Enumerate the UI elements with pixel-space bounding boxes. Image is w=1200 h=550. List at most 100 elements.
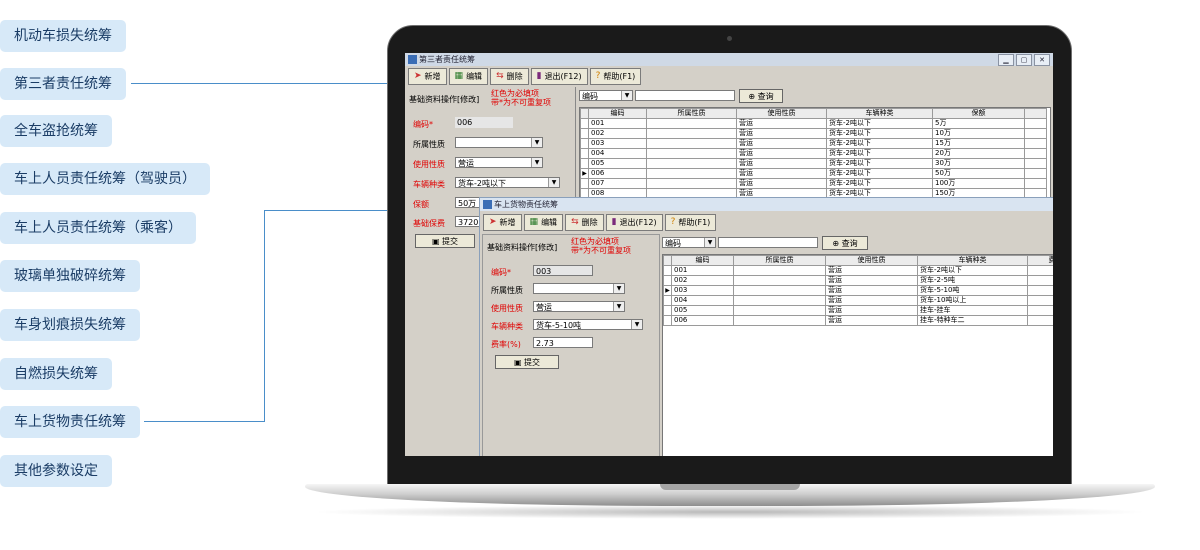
menu-item-other-settings[interactable]: 其他参数设定 [0,455,112,487]
usage-select[interactable]: 营运 ▼ [455,157,543,168]
menu-item-vehicle-damage[interactable]: 机动车损失统筹 [0,20,126,52]
query-button[interactable]: ⊕ 查询 [822,236,868,250]
query-button[interactable]: ⊕ 查询 [739,89,783,103]
search-input[interactable] [718,237,818,248]
panel-title: 基础资料操作[修改] [487,243,558,252]
add-button[interactable]: ➤ 新增 [483,214,522,231]
field-label-code: 编码* [413,120,433,129]
row-indicator[interactable] [663,275,672,286]
table-cell-extra [1024,168,1047,179]
row-indicator[interactable]: ▶ [580,168,589,179]
edit-button[interactable]: ▦ 编辑 [448,68,489,85]
column-header[interactable]: 车辆种类 [917,255,1028,266]
table-row[interactable]: 002 营运 货车-2吨以下 10万 [580,128,1047,139]
search-field-select[interactable]: 编码 ▼ [579,90,633,101]
table-row[interactable]: 002 营运 货车-2-5吨 [663,275,1053,286]
menu-item-passenger-liability[interactable]: 车上人员责任统筹（乘客） [0,212,196,244]
column-header[interactable]: 所属性质 [646,108,737,119]
table-row[interactable]: ▶ 006 营运 货车-2吨以下 50万 [580,168,1047,179]
column-header[interactable]: 所属性质 [733,255,826,266]
help-button[interactable]: ? 帮助(F1) [589,68,642,85]
ownership-select[interactable]: ▼ [533,283,625,294]
submit-button[interactable]: ▣ 提交 [415,234,475,248]
add-button[interactable]: ➤ 新增 [408,68,447,85]
row-indicator[interactable] [663,265,672,276]
row-indicator[interactable]: ▶ [663,285,672,296]
table-row[interactable]: 004 营运 货车-2吨以下 20万 [580,148,1047,159]
camera-icon [727,36,732,41]
connector-cargo-h1 [144,421,264,422]
exit-button[interactable]: ▮ 退出(F12) [530,68,588,85]
row-indicator[interactable] [580,118,589,129]
table-row[interactable]: 005 营运 挂车-挂车 [663,305,1053,316]
column-header[interactable]: 编码 [671,255,734,266]
exit-button[interactable]: ▮ 退出(F12) [605,214,663,231]
row-indicator[interactable] [663,305,672,316]
column-header[interactable]: 保额 [932,108,1025,119]
search-icon: ⊕ [748,92,758,101]
menu-item-theft[interactable]: 全车盗抢统筹 [0,115,112,147]
row-indicator[interactable] [580,138,589,149]
row-indicator[interactable] [580,178,589,189]
column-header[interactable]: 车辆种类 [826,108,933,119]
table-row[interactable]: 004 营运 货车-10吨以上 [663,295,1053,306]
table-row[interactable]: 001 营运 货车-2吨以下 5万 [580,118,1047,129]
window-title: 车上货物责任统筹 [494,200,558,209]
edit-button[interactable]: ▦ 编辑 [523,214,564,231]
chevron-down-icon: ▼ [613,284,624,293]
menu-item-third-party[interactable]: 第三者责任统筹 [0,68,126,100]
table-cell: 货车-5-10吨 [917,285,1028,296]
column-header[interactable]: 费率 [1027,255,1053,266]
add-icon: ➤ [414,71,422,81]
search-input[interactable] [635,90,735,101]
table-row[interactable]: ▶ 003 营运 货车-5-10吨 [663,285,1053,296]
menu-item-cargo-liability[interactable]: 车上货物责任统筹 [0,406,140,438]
table-row[interactable]: 008 营运 货车-2吨以下 150万 [580,188,1047,199]
table-cell: 50万 [932,168,1025,179]
row-indicator[interactable] [663,295,672,306]
table-row[interactable]: 001 营运 货车-2吨以下 [663,265,1053,276]
table-row[interactable]: 005 营运 货车-2吨以下 30万 [580,158,1047,169]
help-button[interactable]: ? 帮助(F1) [664,214,717,231]
ownership-select[interactable]: ▼ [455,137,543,148]
table-row[interactable]: 007 营运 货车-2吨以下 100万 [580,178,1047,189]
menu-item-scratch[interactable]: 车身划痕损失统筹 [0,309,140,341]
row-indicator[interactable] [663,315,672,326]
table-cell: 15万 [932,138,1025,149]
row-indicator[interactable] [580,128,589,139]
table-cell: 货车-2吨以下 [826,188,933,199]
maximize-button[interactable]: ▢ [1016,54,1032,66]
menu-item-driver-liability[interactable]: 车上人员责任统筹（驾驶员） [0,163,210,195]
chevron-down-icon: ▼ [613,302,624,311]
menu-item-glass[interactable]: 玻璃单独破碎统筹 [0,260,140,292]
chevron-down-icon: ▼ [704,238,715,247]
row-indicator[interactable] [580,158,589,169]
table-row[interactable]: 003 营运 货车-2吨以下 15万 [580,138,1047,149]
row-indicator[interactable] [580,188,589,199]
rate-input[interactable]: 2.73 [533,337,593,348]
table-cell: 20万 [932,148,1025,159]
usage-select[interactable]: 营运 ▼ [533,301,625,312]
column-header[interactable]: 使用性质 [736,108,827,119]
delete-button[interactable]: ⇆ 删除 [490,68,529,85]
table-cell: 营运 [825,275,918,286]
delete-button[interactable]: ⇆ 删除 [565,214,604,231]
search-field-select[interactable]: 编码 ▼ [662,237,716,248]
submit-button[interactable]: ▣ 提交 [495,355,559,369]
vehicle-type-select[interactable]: 货车-2吨以下 ▼ [455,177,560,188]
close-button[interactable]: ✕ [1034,54,1050,66]
table-cell-extra [1024,128,1047,139]
column-header[interactable]: 编码 [588,108,647,119]
table-cell: 营运 [825,305,918,316]
column-header[interactable]: 使用性质 [825,255,918,266]
minimize-button[interactable]: ▁ [998,54,1014,66]
table-cell: 货车-2吨以下 [826,128,933,139]
table-cell: 营运 [736,148,827,159]
code-field[interactable]: 003 [533,265,593,276]
code-field[interactable]: 006 [455,117,513,128]
menu-item-self-ignition[interactable]: 自燃损失统筹 [0,358,112,390]
table-cell [646,178,737,189]
row-indicator[interactable] [580,148,589,159]
table-row[interactable]: 006 营运 挂车-特种车二 [663,315,1053,326]
vehicle-type-select[interactable]: 货车-5-10吨 ▼ [533,319,643,330]
